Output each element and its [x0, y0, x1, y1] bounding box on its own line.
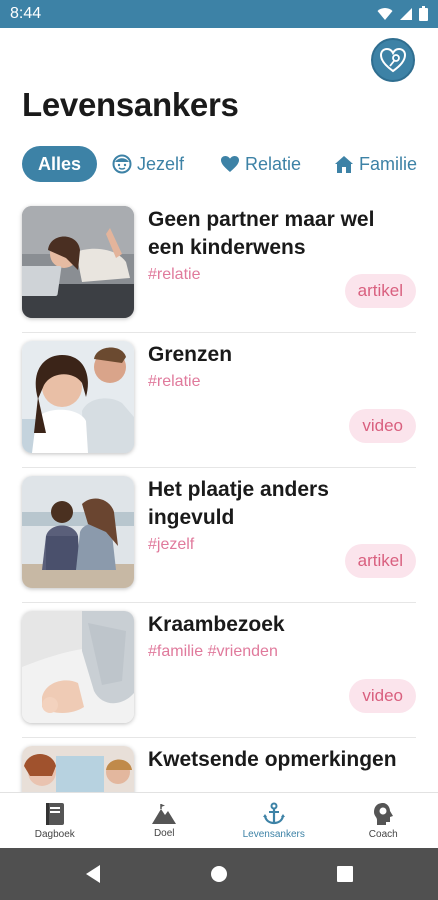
item-tags: #relatie: [148, 266, 201, 283]
item-tags: #jezelf: [148, 536, 195, 553]
face-icon: [112, 154, 132, 174]
recents-icon[interactable]: [336, 864, 354, 884]
wifi-icon: [377, 7, 393, 20]
filter-chip-familie[interactable]: Familie: [334, 146, 417, 182]
nav-item-coach[interactable]: Coach: [329, 793, 438, 848]
filter-chip-relatie[interactable]: Relatie: [220, 146, 301, 182]
list-item[interactable]: Grenzen #relatie video: [22, 333, 416, 468]
item-tags: #familie #vrienden: [148, 643, 278, 660]
nav-item-doel[interactable]: Doel: [110, 793, 220, 848]
filter-bar: Alles Jezelf Relatie Familie: [22, 146, 438, 182]
item-title: Geen partner maar wel een kinderwens: [148, 208, 375, 259]
signal-icon: [400, 7, 412, 20]
nav-item-levensankers[interactable]: Levensankers: [219, 793, 329, 848]
list-item[interactable]: Het plaatje anders ingevuld #jezelf arti…: [22, 468, 416, 603]
profile-button[interactable]: [371, 38, 415, 82]
item-type-badge: video: [349, 409, 416, 443]
heart-person-icon: [379, 47, 407, 73]
item-type-badge: artikel: [344, 544, 416, 578]
page-title: Levensankers: [22, 86, 239, 123]
filter-label: Familie: [359, 153, 418, 174]
thumbnail-newborn: [22, 611, 134, 723]
thumbnail-couple: [22, 341, 134, 453]
nav-label: Coach: [368, 828, 398, 840]
thumbnail-woman-laptop: [22, 206, 134, 318]
content-list: Geen partner maar wel een kinderwens #re…: [0, 198, 438, 792]
diary-icon: [45, 802, 64, 825]
list-item[interactable]: Kraambezoek #familie #vrienden video: [22, 603, 416, 738]
filter-chip-jezelf[interactable]: Jezelf: [112, 146, 184, 182]
anchor-icon: [262, 802, 285, 824]
item-title: Grenzen: [148, 343, 233, 366]
item-title: Kwetsende opmerkingen: [148, 748, 397, 771]
nav-label: Doel: [153, 827, 175, 839]
bottom-navigation: Dagboek Doel Levensankers Coach: [0, 792, 438, 848]
mountain-icon: [152, 803, 177, 824]
nav-label: Levensankers: [242, 828, 305, 840]
item-type-badge: video: [349, 679, 416, 713]
lightbulb-head-icon: [374, 802, 394, 825]
filter-label: Alles: [38, 153, 82, 174]
back-icon[interactable]: [84, 864, 102, 884]
thumbnail-couple-beach: [22, 476, 134, 588]
list-item[interactable]: Kwetsende opmerkingen: [22, 738, 416, 792]
filter-chip-alles[interactable]: Alles: [22, 146, 98, 182]
thumbnail-women-talking: [22, 746, 134, 792]
home-icon: [335, 155, 353, 173]
nav-label: Dagboek: [34, 828, 75, 840]
filter-label: Jezelf: [137, 153, 185, 174]
nav-item-dagboek[interactable]: Dagboek: [0, 793, 110, 848]
list-item[interactable]: Geen partner maar wel een kinderwens #re…: [22, 198, 416, 333]
status-time: 8:44: [10, 5, 42, 22]
system-navigation-bar: [0, 848, 438, 900]
heart-icon: [221, 156, 239, 172]
home-button-icon[interactable]: [210, 864, 228, 884]
item-title: Kraambezoek: [148, 613, 285, 636]
filter-label: Relatie: [245, 153, 302, 174]
item-tags: #relatie: [148, 373, 201, 390]
item-title: Het plaatje anders ingevuld: [148, 478, 329, 529]
battery-icon: [419, 6, 428, 21]
status-bar: 8:44: [0, 0, 438, 28]
item-type-badge: artikel: [344, 274, 416, 308]
